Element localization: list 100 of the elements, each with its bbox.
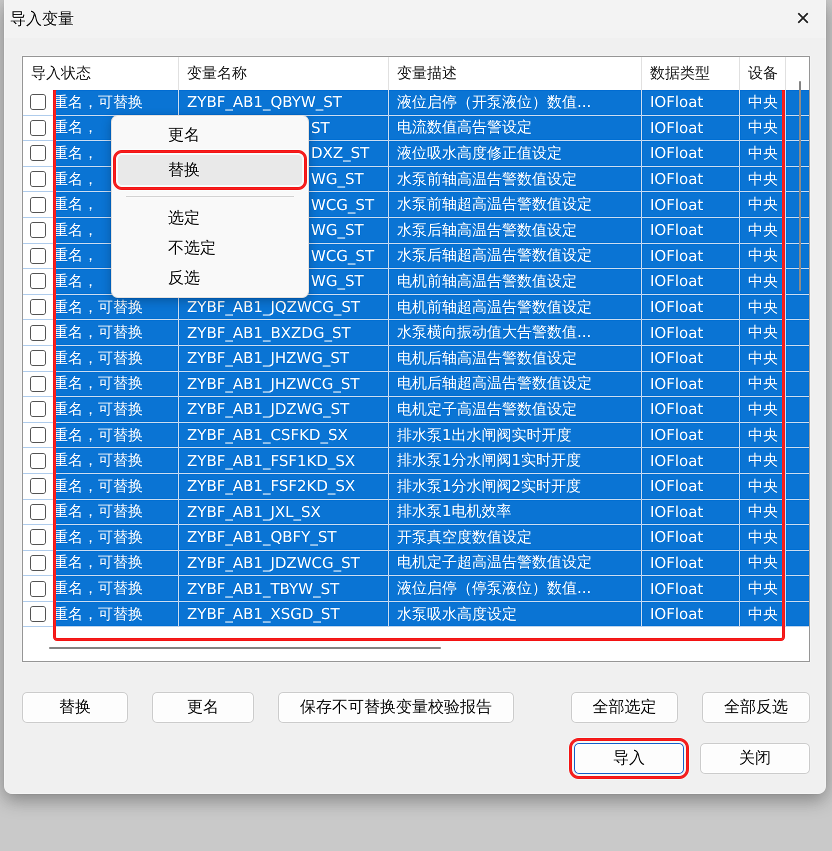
action-button[interactable]: 更名 [152,692,254,723]
checkbox[interactable] [30,94,46,110]
checkbox[interactable] [30,580,46,597]
checkbox[interactable] [30,120,46,136]
close-button[interactable]: × [788,4,818,34]
table-cell: IOFloat [642,525,740,550]
table-cell: 中央 [740,116,786,140]
table-cell: 排水泵1分水闸阀2实时开度 [389,474,642,498]
table-cell: ZYBF_AB1_BXZDG_ST [179,320,389,345]
table-cell: 中央 [740,550,786,576]
table-cell: ZYBF_AB1_XSGD_ST [179,602,389,626]
checkbox[interactable] [30,376,46,392]
checkbox[interactable] [30,324,46,341]
action-button[interactable]: 全部选定 [571,692,678,723]
table-cell: IOFloat [642,116,740,140]
table-cell: 水泵后轴超高温告警数值设定 [389,244,642,268]
checkbox[interactable] [30,504,46,520]
checkbox[interactable] [30,273,46,290]
table-cell: IOFloat [642,269,740,294]
window-title: 导入变量 [10,8,74,30]
checkbox[interactable] [30,196,46,213]
table-cell: ZYBF_AB1_TBYW_ST [179,576,389,601]
table-cell: 中央 [740,166,786,192]
table-cell: IOFloat [642,576,740,601]
table-cell: 电机定子超高温告警数值设定 [389,550,642,576]
checkbox[interactable] [30,401,46,418]
dialog-button[interactable]: 关闭 [700,743,810,774]
checkbox[interactable] [30,350,46,366]
table-cell: 中央 [740,141,786,166]
table-cell: IOFloat [642,397,740,422]
table-cell: IOFloat [642,422,740,448]
table-cell: ZYBF_AB1_FSF2KD_SX [179,474,389,498]
table-cell: 中央 [740,372,786,396]
table-cell: 电机后轴超高温告警数值设定 [389,372,642,396]
table-cell: ZYBF_AB1_CSFKD_SX [179,422,389,448]
table-cell: 中央 [740,576,786,601]
checkbox[interactable] [30,248,46,264]
checkbox[interactable] [30,427,46,444]
table-cell: 水泵横向振动值大告警数值... [389,320,642,345]
table-cell: 液位启停（开泵液位）数值... [389,90,642,115]
table-cell: IOFloat [642,500,740,524]
table-cell: 液位吸水高度修正值设定 [389,141,642,166]
table-cell: 电机前轴高温告警数值设定 [389,269,642,294]
checkbox[interactable] [30,478,46,494]
table-cell: 中央 [740,90,786,115]
table-cell: ZYBF_AB1_FSF1KD_SX [179,448,389,473]
checkbox[interactable] [30,606,46,622]
table-cell: 中央 [740,294,786,320]
action-button[interactable]: 全部反选 [702,692,810,723]
vertical-scrollbar[interactable] [799,81,801,291]
table-cell: 中央 [740,474,786,498]
table-cell: 中央 [740,269,786,294]
table-cell: IOFloat [642,602,740,626]
table-cell: 排水泵1出水闸阀实时开度 [389,422,642,448]
table-cell: 中央 [740,500,786,524]
table-cell: IOFloat [642,141,740,166]
table-cell: ZYBF_AB1_JHZWCG_ST [179,372,389,396]
table-cell: IOFloat [642,372,740,396]
table-cell: 中央 [740,525,786,550]
checkbox[interactable] [30,452,46,469]
table-cell: 水泵后轴高温告警数值设定 [389,218,642,243]
table-cell: IOFloat [642,166,740,192]
table-cell: IOFloat [642,550,740,576]
table-cell: 中央 [740,218,786,243]
table-cell: 中央 [740,346,786,371]
checkbox[interactable] [30,171,46,188]
table-cell: IOFloat [642,90,740,115]
checkbox[interactable] [30,529,46,546]
table-cell: 水泵前轴高温告警数值设定 [389,166,642,192]
table-cell: 中央 [740,320,786,345]
table-cell: ZYBF_AB1_JDZWG_ST [179,397,389,422]
table-cell: 排水泵1电机效率 [389,500,642,524]
table-cell: 水泵前轴超高温告警数值设定 [389,192,642,217]
checkbox[interactable] [30,554,46,571]
horizontal-scrollbar[interactable] [49,647,441,649]
table-cell: ZYBF_AB1_JDZWCG_ST [179,550,389,576]
table-cell: 电机前轴超高温告警数值设定 [389,294,642,320]
table-cell: 水泵吸水高度设定 [389,602,642,626]
table-cell: IOFloat [642,320,740,345]
table-cell: IOFloat [642,218,740,243]
table-cell: IOFloat [642,346,740,371]
checkbox[interactable] [30,145,46,162]
table-cell: 中央 [740,422,786,448]
table-cell: 电流数值高告警设定 [389,116,642,140]
table-cell: 中央 [740,602,786,626]
table-cell: ZYBF_AB1_JHZWG_ST [179,346,389,371]
table-cell: 电机后轴高温告警数值设定 [389,346,642,371]
table-cell: 中央 [740,244,786,268]
table-cell: IOFloat [642,192,740,217]
action-button[interactable]: 保存不可替换变量校验报告 [278,692,514,723]
table-cell: IOFloat [642,294,740,320]
action-button[interactable]: 替换 [22,692,128,723]
table-cell: 排水泵1分水闸阀1实时开度 [389,448,642,473]
table-cell: ZYBF_AB1_QBFY_ST [179,525,389,550]
table-cell: IOFloat [642,448,740,473]
checkbox[interactable] [30,222,46,238]
checkbox[interactable] [30,299,46,316]
menu-item[interactable]: 替换 [118,155,302,185]
table-cell: 中央 [740,192,786,217]
table-cell: 中央 [740,448,786,473]
